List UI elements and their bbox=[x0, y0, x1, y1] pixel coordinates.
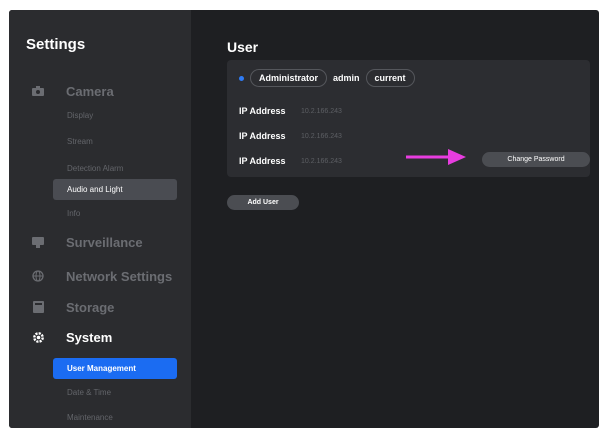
annotation-arrow-icon bbox=[406, 147, 468, 172]
sidebar-item-label: Detection Alarm bbox=[67, 164, 124, 173]
sidebar-section-label: System bbox=[66, 329, 113, 345]
ip-value: 10.2.166.243 bbox=[301, 107, 342, 115]
sidebar-section-surveillance[interactable]: Surveillance bbox=[9, 229, 191, 255]
globe-icon bbox=[31, 269, 45, 283]
settings-window: Settings Camera Display Stream Detection… bbox=[9, 10, 599, 428]
sidebar-item-info[interactable]: Info bbox=[53, 203, 177, 224]
gear-icon bbox=[31, 330, 45, 344]
sidebar-item-date-time[interactable]: Date & Time bbox=[53, 382, 177, 403]
sidebar-item-label: Audio and Light bbox=[67, 185, 123, 194]
storage-icon bbox=[31, 300, 45, 314]
sidebar-item-label: Maintenance bbox=[67, 413, 113, 422]
current-badge: current bbox=[365, 69, 415, 87]
sidebar: Settings Camera Display Stream Detection… bbox=[9, 10, 191, 428]
sidebar-title: Settings bbox=[26, 36, 86, 53]
change-password-button[interactable]: Change Password bbox=[482, 152, 590, 167]
ip-row: IP Address 10.2.166.243 bbox=[239, 131, 342, 141]
ip-row: IP Address 10.2.166.243 bbox=[239, 156, 342, 166]
sidebar-item-display[interactable]: Display bbox=[53, 105, 177, 126]
add-user-button[interactable]: Add User bbox=[227, 195, 299, 210]
sidebar-item-label: Stream bbox=[67, 137, 93, 146]
user-header: Administrator admin current bbox=[239, 69, 415, 87]
status-dot-icon bbox=[239, 75, 244, 81]
ip-label: IP Address bbox=[239, 131, 286, 141]
camera-icon bbox=[31, 84, 45, 98]
sidebar-item-stream[interactable]: Stream bbox=[53, 131, 177, 152]
page-title: User bbox=[227, 39, 259, 55]
sidebar-section-network-settings[interactable]: Network Settings bbox=[9, 263, 191, 289]
sidebar-section-label: Surveillance bbox=[66, 234, 143, 250]
sidebar-item-label: User Management bbox=[67, 364, 136, 373]
sidebar-item-audio-and-light[interactable]: Audio and Light bbox=[53, 179, 177, 200]
sidebar-section-label: Storage bbox=[66, 299, 115, 315]
sidebar-section-camera[interactable]: Camera bbox=[9, 78, 191, 104]
ip-value: 10.2.166.243 bbox=[301, 132, 342, 140]
sidebar-section-label: Network Settings bbox=[66, 268, 173, 284]
ip-label: IP Address bbox=[239, 106, 286, 116]
sidebar-section-storage[interactable]: Storage bbox=[9, 294, 191, 320]
sidebar-item-label: Date & Time bbox=[67, 388, 112, 397]
sidebar-item-label: Info bbox=[67, 209, 81, 218]
sidebar-section-system[interactable]: System bbox=[9, 324, 191, 350]
ip-row: IP Address 10.2.166.243 bbox=[239, 106, 342, 116]
sidebar-item-label: Display bbox=[67, 111, 94, 120]
sidebar-item-detection-alarm[interactable]: Detection Alarm bbox=[53, 158, 177, 179]
main-panel: User Administrator admin current IP Addr… bbox=[191, 10, 599, 428]
username: admin bbox=[333, 73, 360, 83]
surveillance-icon bbox=[31, 235, 45, 249]
ip-label: IP Address bbox=[239, 156, 286, 166]
sidebar-item-maintenance[interactable]: Maintenance bbox=[53, 407, 177, 428]
ip-value: 10.2.166.243 bbox=[301, 157, 342, 165]
role-badge: Administrator bbox=[250, 69, 328, 87]
sidebar-section-label: Camera bbox=[66, 83, 114, 99]
sidebar-item-user-management[interactable]: User Management bbox=[53, 358, 177, 379]
